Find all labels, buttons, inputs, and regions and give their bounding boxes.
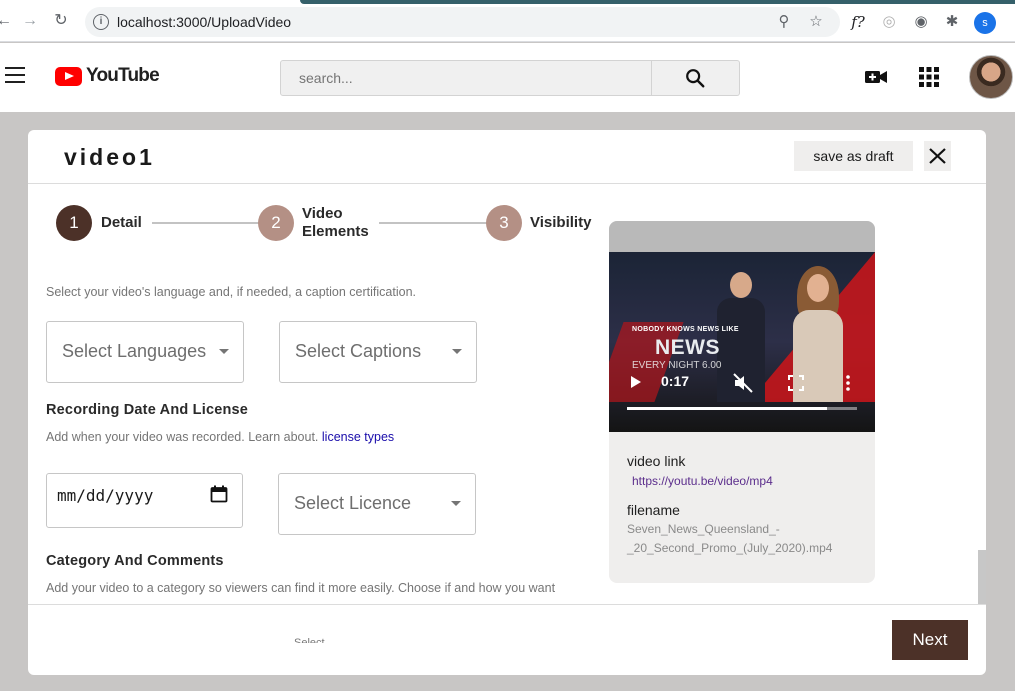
bookmark-star-icon[interactable]: ☆ bbox=[807, 13, 825, 31]
scrollbar-thumb[interactable] bbox=[978, 550, 986, 604]
circle-extension-icon[interactable]: ◎ bbox=[879, 12, 899, 32]
licence-select[interactable]: Select Licence bbox=[278, 473, 476, 535]
search-input[interactable] bbox=[281, 61, 651, 95]
filename-value: Seven_News_Queensland_- _20_Second_Promo… bbox=[627, 520, 867, 558]
video-brand-text: NEWS bbox=[655, 336, 720, 359]
header-divider bbox=[28, 183, 986, 184]
zoom-icon[interactable]: ⚲ bbox=[775, 13, 793, 31]
mute-icon[interactable] bbox=[733, 373, 753, 393]
browser-profile-avatar[interactable]: s bbox=[974, 12, 996, 34]
youtube-logo[interactable]: YouTube bbox=[55, 65, 160, 87]
youtube-play-icon bbox=[55, 66, 82, 86]
recording-heading: Recording Date And License bbox=[46, 402, 249, 418]
video-progress-bar[interactable] bbox=[627, 407, 857, 410]
filename-line: _20_Second_Promo_(July_2020).mp4 bbox=[627, 541, 833, 555]
video-kicker-text: NOBODY KNOWS NEWS LIKE bbox=[632, 326, 739, 333]
category-heading: Category And Comments bbox=[46, 553, 224, 569]
category-helper-text: Add your video to a category so viewers … bbox=[46, 581, 556, 595]
step-number: 2 bbox=[271, 213, 281, 232]
caption-select-value: Select Captions bbox=[295, 341, 422, 361]
filename-label: filename bbox=[627, 502, 680, 518]
play-icon[interactable] bbox=[631, 376, 641, 388]
step-1-circle[interactable]: 1 bbox=[56, 205, 92, 241]
step-number: 3 bbox=[499, 213, 509, 232]
app-header: YouTube bbox=[0, 43, 1015, 112]
video-current-time: 0:17 bbox=[661, 373, 690, 389]
save-draft-button[interactable]: save as draft bbox=[794, 141, 913, 171]
video-link-label: video link bbox=[627, 453, 686, 469]
language-select[interactable]: Select Languages bbox=[46, 321, 244, 383]
date-placeholder: mm/dd/yyyy bbox=[57, 486, 154, 505]
formula-extension-icon[interactable]: f? bbox=[848, 12, 868, 32]
step-3-circle[interactable]: 3 bbox=[486, 205, 522, 241]
browser-toolbar: ← → ↻ i localhost:3000/UploadVideo ⚲ ☆ f… bbox=[0, 0, 1015, 42]
search-icon bbox=[686, 69, 705, 88]
search-field[interactable] bbox=[280, 60, 652, 96]
url-text[interactable]: localhost:3000/UploadVideo bbox=[117, 14, 291, 30]
step-2-label[interactable]: Video Elements bbox=[302, 205, 369, 241]
step-connector bbox=[379, 222, 487, 224]
fullscreen-icon[interactable] bbox=[788, 375, 804, 391]
menu-icon[interactable] bbox=[5, 67, 25, 83]
calendar-icon[interactable] bbox=[210, 485, 228, 503]
back-icon[interactable]: ← bbox=[0, 11, 14, 31]
footer-divider bbox=[28, 604, 986, 605]
more-options-icon[interactable] bbox=[845, 375, 851, 391]
recording-helper-body: Add when your video was recorded. Learn … bbox=[46, 430, 319, 444]
close-button[interactable] bbox=[924, 141, 951, 171]
dialog-title: video1 bbox=[64, 144, 155, 170]
video-preview-card: NOBODY KNOWS NEWS LIKE NEWS EVERY NIGHT … bbox=[609, 221, 875, 583]
licence-select-value: Select Licence bbox=[294, 493, 412, 513]
step-connector bbox=[152, 222, 260, 224]
apps-grid-icon[interactable] bbox=[917, 65, 941, 89]
license-types-link[interactable]: license types bbox=[322, 430, 394, 444]
user-avatar[interactable] bbox=[969, 55, 1013, 99]
recording-helper-text: Add when your video was recorded. Learn … bbox=[46, 430, 394, 444]
caret-down-icon bbox=[451, 501, 461, 506]
video-progress-fill bbox=[627, 407, 828, 410]
create-video-icon[interactable] bbox=[864, 65, 888, 89]
reload-icon[interactable]: ↻ bbox=[51, 11, 71, 31]
puzzle-extensions-icon[interactable]: ✱ bbox=[942, 12, 962, 32]
step-2-label-line1: Video bbox=[302, 205, 343, 222]
step-3-label[interactable]: Visibility bbox=[530, 214, 591, 232]
language-select-value: Select Languages bbox=[62, 341, 207, 361]
next-button[interactable]: Next bbox=[892, 620, 968, 660]
clipped-select-label: Select bbox=[294, 637, 325, 643]
recording-date-input[interactable]: mm/dd/yyyy bbox=[46, 473, 243, 528]
camera-extension-icon[interactable]: ◉ bbox=[911, 12, 931, 32]
close-icon bbox=[929, 148, 946, 164]
search-button[interactable] bbox=[652, 60, 740, 96]
filename-line: Seven_News_Queensland_- bbox=[627, 522, 780, 536]
preview-top-bar bbox=[609, 221, 875, 253]
caret-down-icon bbox=[452, 349, 462, 354]
site-info-icon[interactable]: i bbox=[93, 14, 109, 30]
details-form: ​ Select your video's language and, if n… bbox=[28, 252, 603, 604]
step-1-label[interactable]: Detail bbox=[101, 214, 142, 232]
caption-select[interactable]: Select Captions bbox=[279, 321, 477, 383]
upload-video-dialog: video1 save as draft 1 Detail 2 Video El… bbox=[28, 130, 986, 675]
step-number: 1 bbox=[69, 213, 79, 232]
active-tab-edge bbox=[300, 0, 1015, 4]
address-bar[interactable]: i localhost:3000/UploadVideo ⚲ ☆ bbox=[85, 7, 840, 37]
video-player[interactable]: NOBODY KNOWS NEWS LIKE NEWS EVERY NIGHT … bbox=[609, 252, 875, 432]
step-2-label-line2: Elements bbox=[302, 223, 369, 240]
step-2-circle[interactable]: 2 bbox=[258, 205, 294, 241]
caret-down-icon bbox=[219, 349, 229, 354]
language-helper-text: Select your video's language and, if nee… bbox=[46, 285, 416, 299]
logo-text: YouTube bbox=[86, 65, 160, 86]
video-controls: 0:17 bbox=[609, 368, 875, 398]
forward-icon[interactable]: → bbox=[20, 11, 40, 31]
video-link[interactable]: https://youtu.be/video/mp4 bbox=[632, 474, 773, 488]
